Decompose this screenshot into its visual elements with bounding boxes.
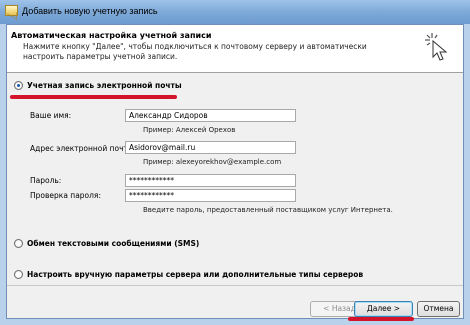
email-account-option[interactable]: Учетная запись электронной почты [14,78,182,92]
email-account-radio[interactable] [14,80,23,90]
mail-envelope-icon [5,5,18,16]
name-example: Пример: Алексей Орехов [143,126,236,134]
manual-setup-option[interactable]: Настроить вручную параметры сервера или … [14,267,363,281]
confirm-password-label: Проверка пароля: [30,191,101,200]
footer-separator [7,285,463,286]
header-title: Автоматическая настройка учетной записи [11,31,212,40]
password-hint: Введите пароль, предоставленный поставщи… [143,206,393,214]
window-title: Добавить новую учетную запись [22,6,158,16]
email-example: Пример: alexeyorekhov@example.com [143,158,282,166]
manual-setup-radio[interactable] [14,269,23,279]
password-field[interactable]: ************ [125,174,296,187]
cancel-button[interactable]: Отмена [417,301,460,317]
name-field[interactable]: Александр Сидоров [125,109,296,122]
confirm-password-field[interactable]: ************ [125,189,296,202]
dialog-header: Автоматическая настройка учетной записи … [7,25,463,73]
email-field[interactable]: Asidorov@mail.ru [125,141,296,154]
next-button-underline [348,317,414,321]
highlight-underline [10,95,177,99]
header-description: Нажмите кнопку "Далее", чтобы подключить… [23,42,367,61]
sms-radio[interactable] [14,238,23,248]
cursor-click-icon [425,33,448,61]
email-label: Адрес электронной почты: [30,144,137,153]
dialog-body: Автоматическая настройка учетной записи … [6,24,464,321]
manual-setup-label: Настроить вручную параметры сервера или … [27,269,364,279]
title-bar: Добавить новую учетную запись [0,0,470,24]
sms-option[interactable]: Обмен текстовыми сообщениями (SMS) [14,236,199,250]
email-account-label: Учетная запись электронной почты [27,80,182,90]
next-button[interactable]: Далее > [354,301,413,317]
name-label: Ваше имя: [30,111,72,120]
password-label: Пароль: [30,176,62,185]
sms-label: Обмен текстовыми сообщениями (SMS) [27,238,200,248]
